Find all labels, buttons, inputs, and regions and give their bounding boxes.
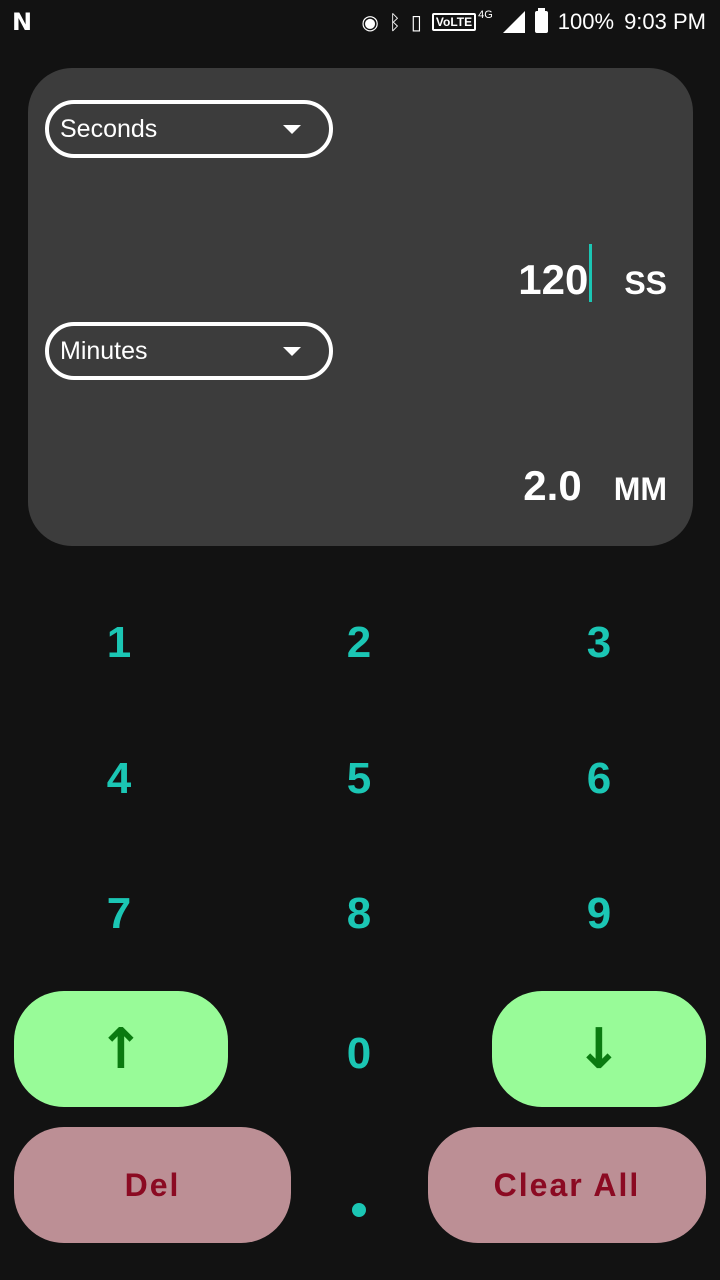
to-value-output: 2.0	[523, 462, 582, 509]
battery-icon	[534, 8, 548, 33]
to-unit-label: Minutes	[60, 336, 148, 365]
hotspot-icon: ◉	[361, 10, 379, 34]
from-value-input[interactable]: 120	[518, 256, 588, 304]
clear-all-button[interactable]: Clear All	[428, 1127, 706, 1243]
clock: 9:03 PM	[624, 9, 706, 34]
from-unit-dropdown[interactable]: Seconds	[45, 100, 333, 158]
from-unit-label: Seconds	[60, 114, 158, 143]
from-value-row: 120 SS	[518, 236, 667, 304]
key-6[interactable]: 6	[539, 739, 659, 819]
key-2[interactable]: 2	[299, 603, 419, 683]
from-unit-abbr: SS	[624, 265, 667, 301]
text-cursor	[589, 244, 593, 302]
delete-button[interactable]: Del	[14, 1127, 291, 1243]
volte-icon: VoLTE	[431, 13, 477, 31]
swap-down-button[interactable]: ↓	[492, 991, 706, 1107]
bluetooth-icon: ᛒ	[388, 10, 401, 34]
arrow-up-icon: ↑	[97, 1016, 145, 1082]
dropdown-arrow-icon	[283, 347, 301, 356]
to-unit-abbr: MM	[613, 471, 667, 507]
key-0[interactable]: 0	[299, 1014, 419, 1094]
decimal-dot-icon	[352, 1203, 366, 1217]
key-8[interactable]: 8	[299, 874, 419, 954]
clear-all-button-label: Clear All	[493, 1166, 641, 1203]
signal-icon	[502, 11, 525, 33]
dropdown-arrow-icon	[283, 125, 301, 134]
key-3[interactable]: 3	[539, 603, 659, 683]
to-value-row: 2.0 MM	[523, 462, 667, 510]
battery-percent: 100%	[557, 9, 615, 34]
key-4[interactable]: 4	[59, 739, 179, 819]
vibrate-icon: ▯	[410, 10, 422, 34]
to-unit-dropdown[interactable]: Minutes	[45, 322, 333, 380]
key-decimal[interactable]	[299, 1170, 419, 1250]
key-5[interactable]: 5	[299, 739, 419, 819]
key-7[interactable]: 7	[59, 874, 179, 954]
key-1[interactable]: 1	[59, 603, 179, 683]
arrow-down-icon: ↓	[575, 1016, 623, 1082]
delete-button-label: Del	[124, 1166, 181, 1203]
key-9[interactable]: 9	[539, 874, 659, 954]
status-bar: N ◉ ᛒ ▯ VoLTE 4G 100% 9:03 PM	[0, 0, 720, 44]
n-notification-icon: N	[12, 8, 32, 36]
converter-panel: Seconds 120 SS Minutes 2.0 MM	[28, 68, 693, 546]
swap-up-button[interactable]: ↑	[14, 991, 228, 1107]
network-type: 4G	[478, 9, 493, 21]
